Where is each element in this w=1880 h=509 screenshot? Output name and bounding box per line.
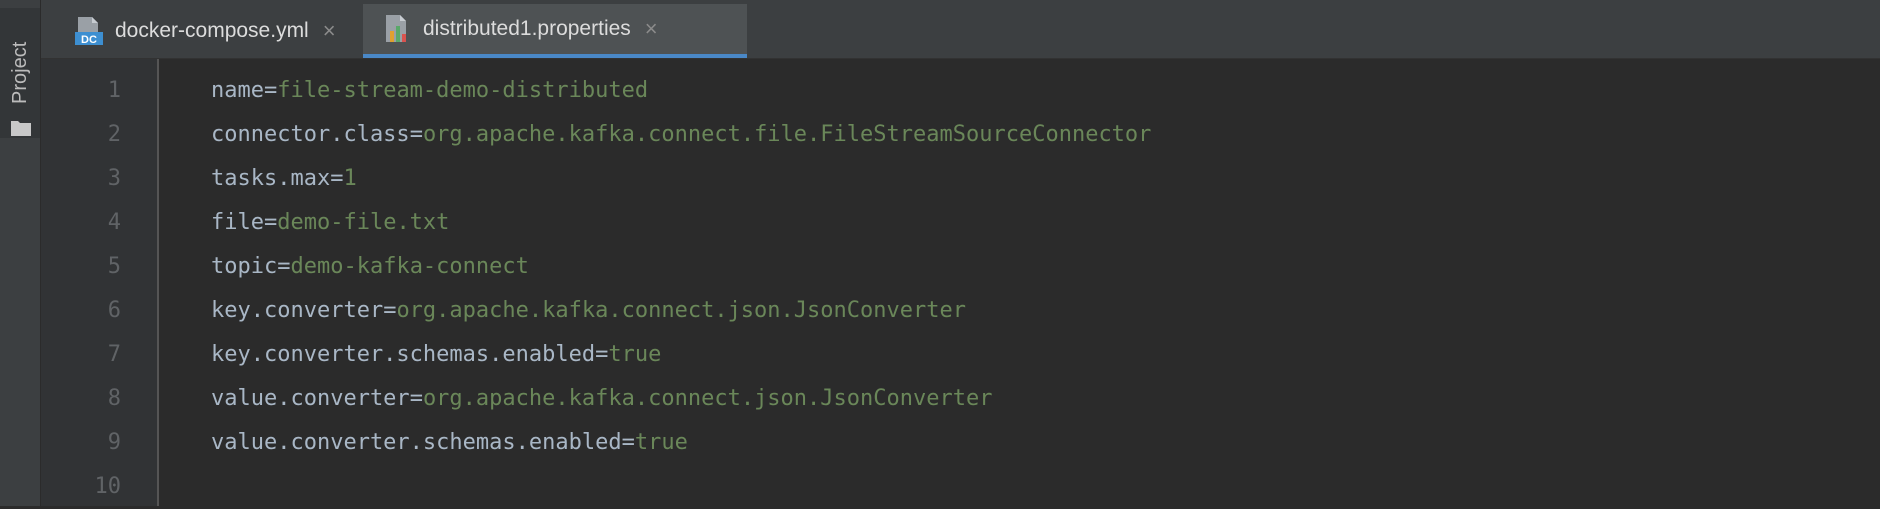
code-line[interactable]: connector.class=org.apache.kafka.connect… <box>211 113 1151 157</box>
dc-badge: DC <box>81 34 97 46</box>
property-key: name <box>211 78 264 103</box>
property-value: org.apache.kafka.connect.file.FileStream… <box>422 122 1152 147</box>
property-value: org.apache.kafka.connect.json.JsonConver… <box>396 298 966 323</box>
line-number: 10 <box>94 474 122 499</box>
property-key: tasks.max <box>211 166 331 191</box>
code-line[interactable]: file=demo-file.txt <box>211 201 449 245</box>
code-line[interactable]: key.converter=org.apache.kafka.connect.j… <box>211 289 966 333</box>
line-number: 8 <box>107 386 121 411</box>
property-key: value.converter <box>211 386 410 411</box>
tab-docker-compose[interactable]: DC docker-compose.yml × <box>55 4 403 58</box>
equals-sign: = <box>409 122 423 147</box>
properties-file-icon <box>386 15 406 42</box>
equals-sign: = <box>383 298 397 323</box>
property-value: file-stream-demo-distributed <box>277 78 649 103</box>
close-icon[interactable]: × <box>323 18 336 44</box>
docker-compose-icon: DC <box>75 17 103 46</box>
line-number: 2 <box>107 122 121 147</box>
property-key: value.converter.schemas.enabled <box>211 430 622 455</box>
property-key: file <box>211 210 264 235</box>
code-line[interactable]: key.converter.schemas.enabled=true <box>211 333 661 377</box>
editor-tab-bar: DC docker-compose.yml × distributed1.pro… <box>41 0 1880 59</box>
property-key: connector.class <box>211 122 410 147</box>
tool-window-stripe: Project <box>0 0 41 506</box>
code-line[interactable]: value.converter.schemas.enabled=true <box>211 421 688 465</box>
tab-label: docker-compose.yml <box>115 19 309 42</box>
code-line[interactable]: tasks.max=1 <box>211 157 357 201</box>
gutter-divider <box>157 59 159 506</box>
equals-sign: = <box>595 342 609 367</box>
code-line[interactable]: value.converter=org.apache.kafka.connect… <box>211 377 992 421</box>
ide-window: Project DC docker-compose.yml × distribu… <box>0 0 1880 506</box>
property-value: 1 <box>343 166 357 191</box>
equals-sign: = <box>277 254 291 279</box>
property-key: key.converter <box>211 298 384 323</box>
line-number: 1 <box>107 78 121 103</box>
line-number: 4 <box>107 210 121 235</box>
equals-sign: = <box>330 166 344 191</box>
tab-distributed1-properties[interactable]: distributed1.properties × <box>363 4 747 58</box>
code-line[interactable]: topic=demo-kafka-connect <box>211 245 529 289</box>
line-number: 7 <box>107 342 121 367</box>
folder-icon <box>11 121 31 136</box>
line-number: 3 <box>107 166 121 191</box>
close-icon[interactable]: × <box>645 16 658 42</box>
equals-sign: = <box>409 386 423 411</box>
project-label: Project <box>9 41 31 104</box>
equals-sign: = <box>263 78 278 103</box>
project-tool-button[interactable]: Project <box>0 8 40 138</box>
equals-sign: = <box>263 210 278 235</box>
property-value: true <box>634 430 688 455</box>
tab-label: distributed1.properties <box>423 17 631 40</box>
code-editor[interactable]: 1 2 3 4 5 6 7 8 9 10 name=file-stream-de… <box>41 59 1880 506</box>
line-number: 6 <box>107 298 121 323</box>
property-key: key.converter.schemas.enabled <box>211 342 596 367</box>
property-key: topic <box>211 254 278 279</box>
property-value: org.apache.kafka.connect.json.JsonConver… <box>422 386 993 411</box>
property-value: true <box>608 342 662 367</box>
code-line[interactable]: name=file-stream-demo-distributed <box>211 69 648 113</box>
property-value: demo-kafka-connect <box>290 254 529 279</box>
line-number: 9 <box>107 430 121 455</box>
property-value: demo-file.txt <box>277 210 450 235</box>
equals-sign: = <box>621 430 635 455</box>
line-number: 5 <box>107 254 121 279</box>
